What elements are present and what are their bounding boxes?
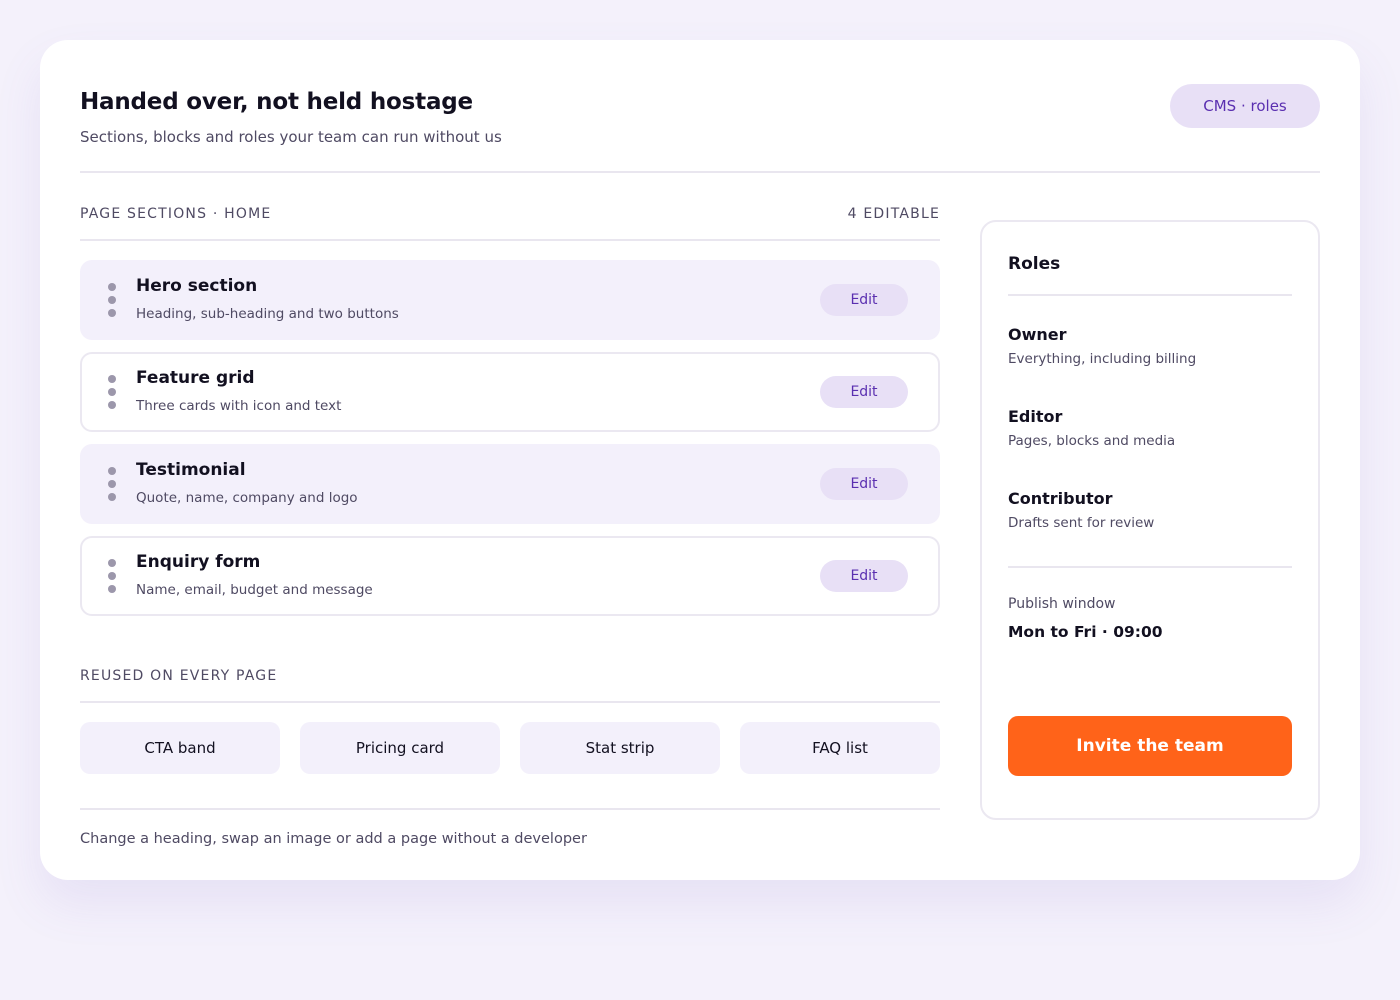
section-title: Feature grid <box>136 368 255 388</box>
editable-count: 4 EDITABLE <box>847 206 940 222</box>
edit-button[interactable]: Edit <box>820 468 908 500</box>
block-faq-list[interactable]: FAQ list <box>740 722 940 774</box>
edit-button[interactable]: Edit <box>820 560 908 592</box>
edit-button[interactable]: Edit <box>820 284 908 316</box>
drag-handle-icon[interactable] <box>108 467 116 501</box>
role-description: Everything, including billing <box>1008 351 1197 367</box>
section-list: Hero section Heading, sub-heading and tw… <box>80 260 940 628</box>
drag-handle-icon[interactable] <box>108 375 116 409</box>
reused-blocks: CTA band Pricing card Stat strip FAQ lis… <box>80 722 940 774</box>
edit-button[interactable]: Edit <box>820 376 908 408</box>
block-stat-strip[interactable]: Stat strip <box>520 722 720 774</box>
role-editor: Editor Pages, blocks and media <box>1008 407 1175 449</box>
publish-window-value: Mon to Fri · 09:00 <box>1008 623 1163 641</box>
header-divider <box>80 171 1320 173</box>
role-name: Owner <box>1008 325 1067 344</box>
sections-divider <box>80 239 940 241</box>
block-cta-band[interactable]: CTA band <box>80 722 280 774</box>
section-row-feature-grid[interactable]: Feature grid Three cards with icon and t… <box>80 352 940 432</box>
section-title: Testimonial <box>136 460 246 480</box>
section-description: Name, email, budget and message <box>136 582 373 598</box>
publish-divider <box>1008 566 1292 568</box>
reused-divider <box>80 701 940 703</box>
role-contributor: Contributor Drafts sent for review <box>1008 489 1154 531</box>
drag-handle-icon[interactable] <box>108 283 116 317</box>
publish-window-label: Publish window <box>1008 596 1116 612</box>
section-row-enquiry-form[interactable]: Enquiry form Name, email, budget and mes… <box>80 536 940 616</box>
roles-title: Roles <box>1008 254 1061 274</box>
drag-handle-icon[interactable] <box>108 559 116 593</box>
page-title: Handed over, not held hostage <box>80 89 473 115</box>
section-row-hero[interactable]: Hero section Heading, sub-heading and tw… <box>80 260 940 340</box>
roles-divider <box>1008 294 1292 296</box>
footnote: Change a heading, swap an image or add a… <box>80 831 587 847</box>
role-name: Contributor <box>1008 489 1113 508</box>
sections-heading: PAGE SECTIONS · HOME <box>80 206 272 222</box>
section-row-testimonial[interactable]: Testimonial Quote, name, company and log… <box>80 444 940 524</box>
roles-panel: Roles Owner Everything, including billin… <box>980 220 1320 820</box>
invite-team-button[interactable]: Invite the team <box>1008 716 1292 776</box>
cms-roles-badge: CMS · roles <box>1170 84 1320 128</box>
footer-divider <box>80 808 940 810</box>
section-description: Quote, name, company and logo <box>136 490 358 506</box>
section-title: Hero section <box>136 276 258 296</box>
reused-header: REUSED ON EVERY PAGE <box>80 668 940 684</box>
role-owner: Owner Everything, including billing <box>1008 325 1196 367</box>
block-pricing-card[interactable]: Pricing card <box>300 722 500 774</box>
section-description: Heading, sub-heading and two buttons <box>136 306 399 322</box>
reused-heading: REUSED ON EVERY PAGE <box>80 668 278 684</box>
section-title: Enquiry form <box>136 552 261 572</box>
role-name: Editor <box>1008 407 1063 426</box>
section-description: Three cards with icon and text <box>136 398 342 414</box>
card-header: Handed over, not held hostage Sections, … <box>80 89 1320 146</box>
role-description: Drafts sent for review <box>1008 515 1155 531</box>
role-description: Pages, blocks and media <box>1008 433 1176 449</box>
cms-card: Handed over, not held hostage Sections, … <box>40 40 1360 880</box>
sections-header: PAGE SECTIONS · HOME 4 EDITABLE <box>80 206 940 222</box>
page-subtitle: Sections, blocks and roles your team can… <box>80 128 502 146</box>
